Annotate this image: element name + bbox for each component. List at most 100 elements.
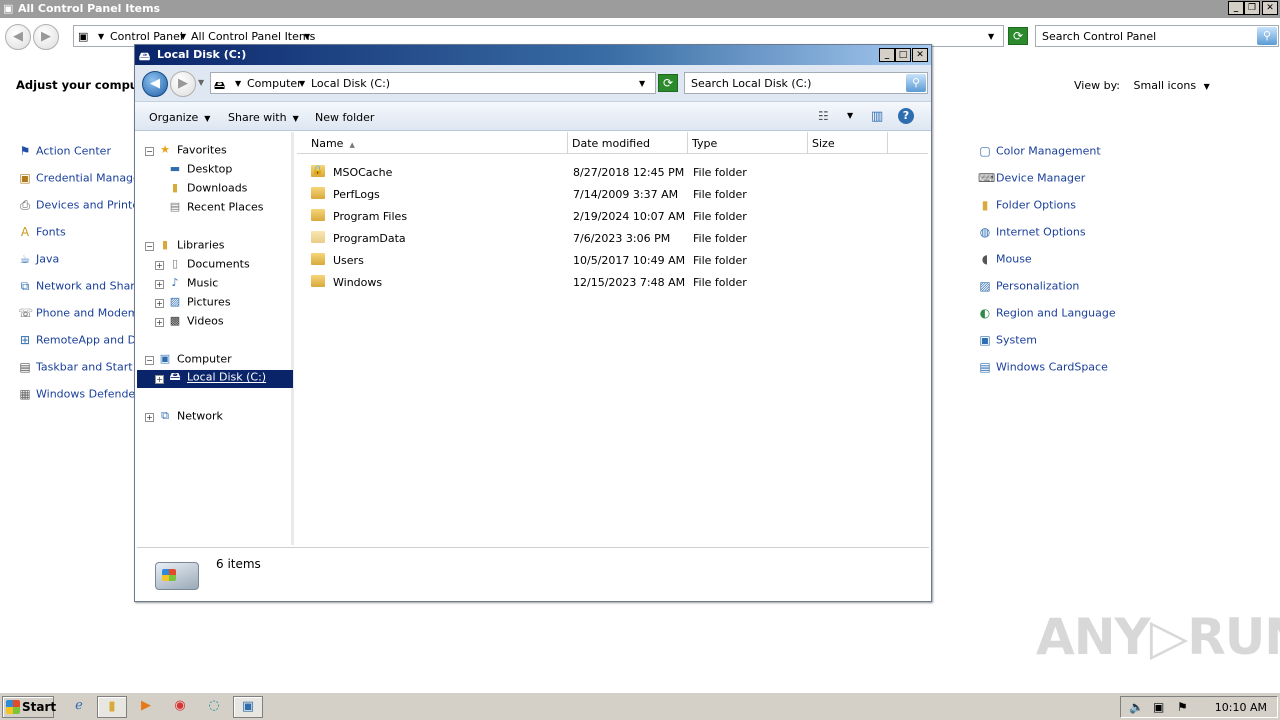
cp-item-system[interactable]: ▣ System: [978, 333, 1178, 353]
volume-icon[interactable]: 🔈: [1129, 700, 1144, 714]
cp-item-devices-printers[interactable]: ⎙Devices and Printers: [18, 198, 134, 218]
new-folder-button[interactable]: New folder: [315, 111, 374, 124]
cp-item-windows-defender[interactable]: ▦ Windows Defender: [18, 387, 134, 407]
expand-local-disk[interactable]: +: [155, 375, 164, 384]
cp-item-region-language[interactable]: ◐ Region and Language: [978, 306, 1178, 326]
tree-recent-places[interactable]: ▤ Recent Places: [167, 200, 264, 218]
windows-logo-icon: [6, 700, 20, 714]
forward-button[interactable]: ▶: [33, 24, 59, 50]
cp-item-mouse[interactable]: ◖ Mouse: [978, 252, 1178, 272]
expand-music[interactable]: +: [155, 280, 164, 289]
chrome-icon[interactable]: ◉: [165, 696, 195, 718]
tree-libraries[interactable]: ▮ Libraries: [157, 238, 225, 256]
cp-item-phone-modem[interactable]: ☏ Phone and Modem: [18, 306, 134, 326]
cp-item-network-sharing[interactable]: ⧉Network and Sharing: [18, 279, 134, 299]
cp-item-taskbar-start[interactable]: ▤Taskbar and Start M: [18, 360, 134, 380]
cp-item-credential-manager[interactable]: ▣ Credential Manager: [18, 171, 134, 191]
search-input[interactable]: Search Control Panel ⚲: [1035, 25, 1279, 47]
view-options-dropdown[interactable]: ▼: [847, 111, 853, 120]
share-with-button[interactable]: Share with ▼: [228, 111, 299, 124]
view-options-icon[interactable]: ☷: [818, 109, 829, 123]
expand-network[interactable]: +: [145, 413, 154, 422]
refresh-button[interactable]: ⟳: [1008, 27, 1028, 45]
address-dropdown[interactable]: ▼: [988, 32, 994, 41]
cp-item-folder-options[interactable]: ▮ Folder Options: [978, 198, 1178, 218]
address-dropdown[interactable]: ▼: [639, 79, 645, 88]
windows-explorer-icon[interactable]: ▮: [97, 696, 127, 718]
tree-local-disk[interactable]: + 🖴 Local Disk (C:): [137, 370, 293, 388]
start-button[interactable]: Start: [2, 696, 56, 718]
explorer-minimize-button[interactable]: _: [879, 48, 895, 62]
internet-explorer-icon[interactable]: ℯ: [64, 696, 94, 718]
cp-item-action-center[interactable]: ⚑ Action Center: [18, 144, 134, 164]
recent-pages-dropdown[interactable]: ▼: [198, 78, 204, 87]
cp-item-windows-cardspace[interactable]: ▤ Windows CardSpace: [978, 360, 1178, 380]
preview-pane-icon[interactable]: ▥: [871, 109, 883, 124]
expand-pictures[interactable]: +: [155, 299, 164, 308]
control-panel-taskbar-icon[interactable]: ▣: [233, 696, 263, 718]
cp-item-java[interactable]: ☕ Java: [18, 252, 134, 272]
cp-item-internet-options[interactable]: ◍ Internet Options: [978, 225, 1178, 245]
column-header-size[interactable]: Size: [808, 132, 888, 154]
edge-icon[interactable]: ◌: [199, 696, 229, 718]
explorer-refresh-button[interactable]: ⟳: [658, 74, 678, 92]
explorer-search-input[interactable]: Search Local Disk (C:) ⚲: [684, 72, 928, 94]
collapse-computer[interactable]: −: [145, 356, 154, 365]
action-center-flag-icon[interactable]: ⚑: [1177, 700, 1188, 714]
back-button[interactable]: ◀: [5, 24, 31, 50]
cp-item-device-manager[interactable]: ⌨Device Manager: [978, 171, 1178, 191]
cp-item-remoteapp[interactable]: ⊞RemoteApp and Des: [18, 333, 134, 353]
file-row[interactable]: Program Files 2/19/2024 10:07 AM File fo…: [307, 207, 907, 227]
explorer-titlebar[interactable]: 🖴 Local Disk (C:) _ □ ✕: [135, 45, 931, 65]
clock[interactable]: 10:10 AM: [1215, 701, 1267, 714]
help-icon[interactable]: ?: [898, 108, 914, 124]
close-button[interactable]: ✕: [1262, 1, 1278, 15]
phone-icon: ☏: [18, 306, 34, 320]
tree-desktop[interactable]: ▬ Desktop: [167, 162, 233, 180]
column-header-name[interactable]: Name ▲: [297, 132, 568, 154]
tree-music[interactable]: ♪ Music: [167, 276, 218, 294]
expand-documents[interactable]: +: [155, 261, 164, 270]
file-row[interactable]: ProgramData 7/6/2023 3:06 PM File folder: [307, 229, 907, 249]
view-by[interactable]: View by: Small icons ▼: [1074, 79, 1210, 92]
explorer-address-bar[interactable]: 🖴 ▼ Computer ▼ Local Disk (C:) ▼: [210, 72, 656, 94]
network-status-icon[interactable]: ▣: [1153, 700, 1164, 714]
explorer-back-button[interactable]: ◀: [142, 71, 168, 97]
drive-icon: [155, 562, 199, 590]
tree-computer[interactable]: ▣ Computer: [157, 352, 232, 370]
file-row[interactable]: 🔒 MSOCache 8/27/2018 12:45 PM File folde…: [307, 163, 907, 183]
tree-videos[interactable]: ▩ Videos: [167, 314, 224, 332]
file-row[interactable]: Users 10/5/2017 10:49 AM File folder: [307, 251, 907, 271]
column-header-type[interactable]: Type: [688, 132, 808, 154]
breadcrumb-local-disk[interactable]: Local Disk (C:): [311, 77, 390, 90]
file-row[interactable]: Windows 12/15/2023 7:48 AM File folder: [307, 273, 907, 293]
tree-favorites[interactable]: ★ Favorites: [157, 143, 227, 161]
breadcrumb-control-panel[interactable]: Control Panel: [110, 30, 183, 43]
tree-downloads[interactable]: ▮ Downloads: [167, 181, 247, 199]
minimize-button[interactable]: _: [1228, 1, 1244, 15]
explorer-forward-button[interactable]: ▶: [170, 71, 196, 97]
flag-icon: ⚑: [19, 144, 31, 158]
tree-network[interactable]: ⧉ Network: [157, 409, 223, 427]
cp-item-color-management[interactable]: ▢ Color Management: [978, 144, 1178, 164]
maximize-button[interactable]: ❐: [1244, 1, 1260, 15]
search-icon[interactable]: ⚲: [906, 74, 926, 92]
cp-item-fonts[interactable]: A Fonts: [18, 225, 134, 245]
organize-button[interactable]: Organize ▼: [149, 111, 210, 124]
expand-videos[interactable]: +: [155, 318, 164, 327]
breadcrumb-all-items[interactable]: All Control Panel Items: [191, 30, 315, 43]
tree-documents[interactable]: ▯ Documents: [167, 257, 250, 275]
explorer-maximize-button[interactable]: □: [895, 48, 911, 62]
collapse-libraries[interactable]: −: [145, 242, 154, 251]
collapse-favorites[interactable]: −: [145, 147, 154, 156]
search-icon[interactable]: ⚲: [1257, 27, 1277, 45]
chevron-down-icon[interactable]: ▼: [1204, 82, 1210, 91]
column-header-date[interactable]: Date modified: [568, 132, 688, 154]
view-by-value[interactable]: Small icons: [1134, 79, 1197, 92]
media-player-icon[interactable]: ▶: [131, 696, 161, 718]
explorer-close-button[interactable]: ✕: [912, 48, 928, 62]
cp-item-personalization[interactable]: ▨ Personalization: [978, 279, 1178, 299]
tree-pictures[interactable]: ▨ Pictures: [167, 295, 231, 313]
breadcrumb-computer[interactable]: Computer: [247, 77, 302, 90]
file-row[interactable]: PerfLogs 7/14/2009 3:37 AM File folder: [307, 185, 907, 205]
